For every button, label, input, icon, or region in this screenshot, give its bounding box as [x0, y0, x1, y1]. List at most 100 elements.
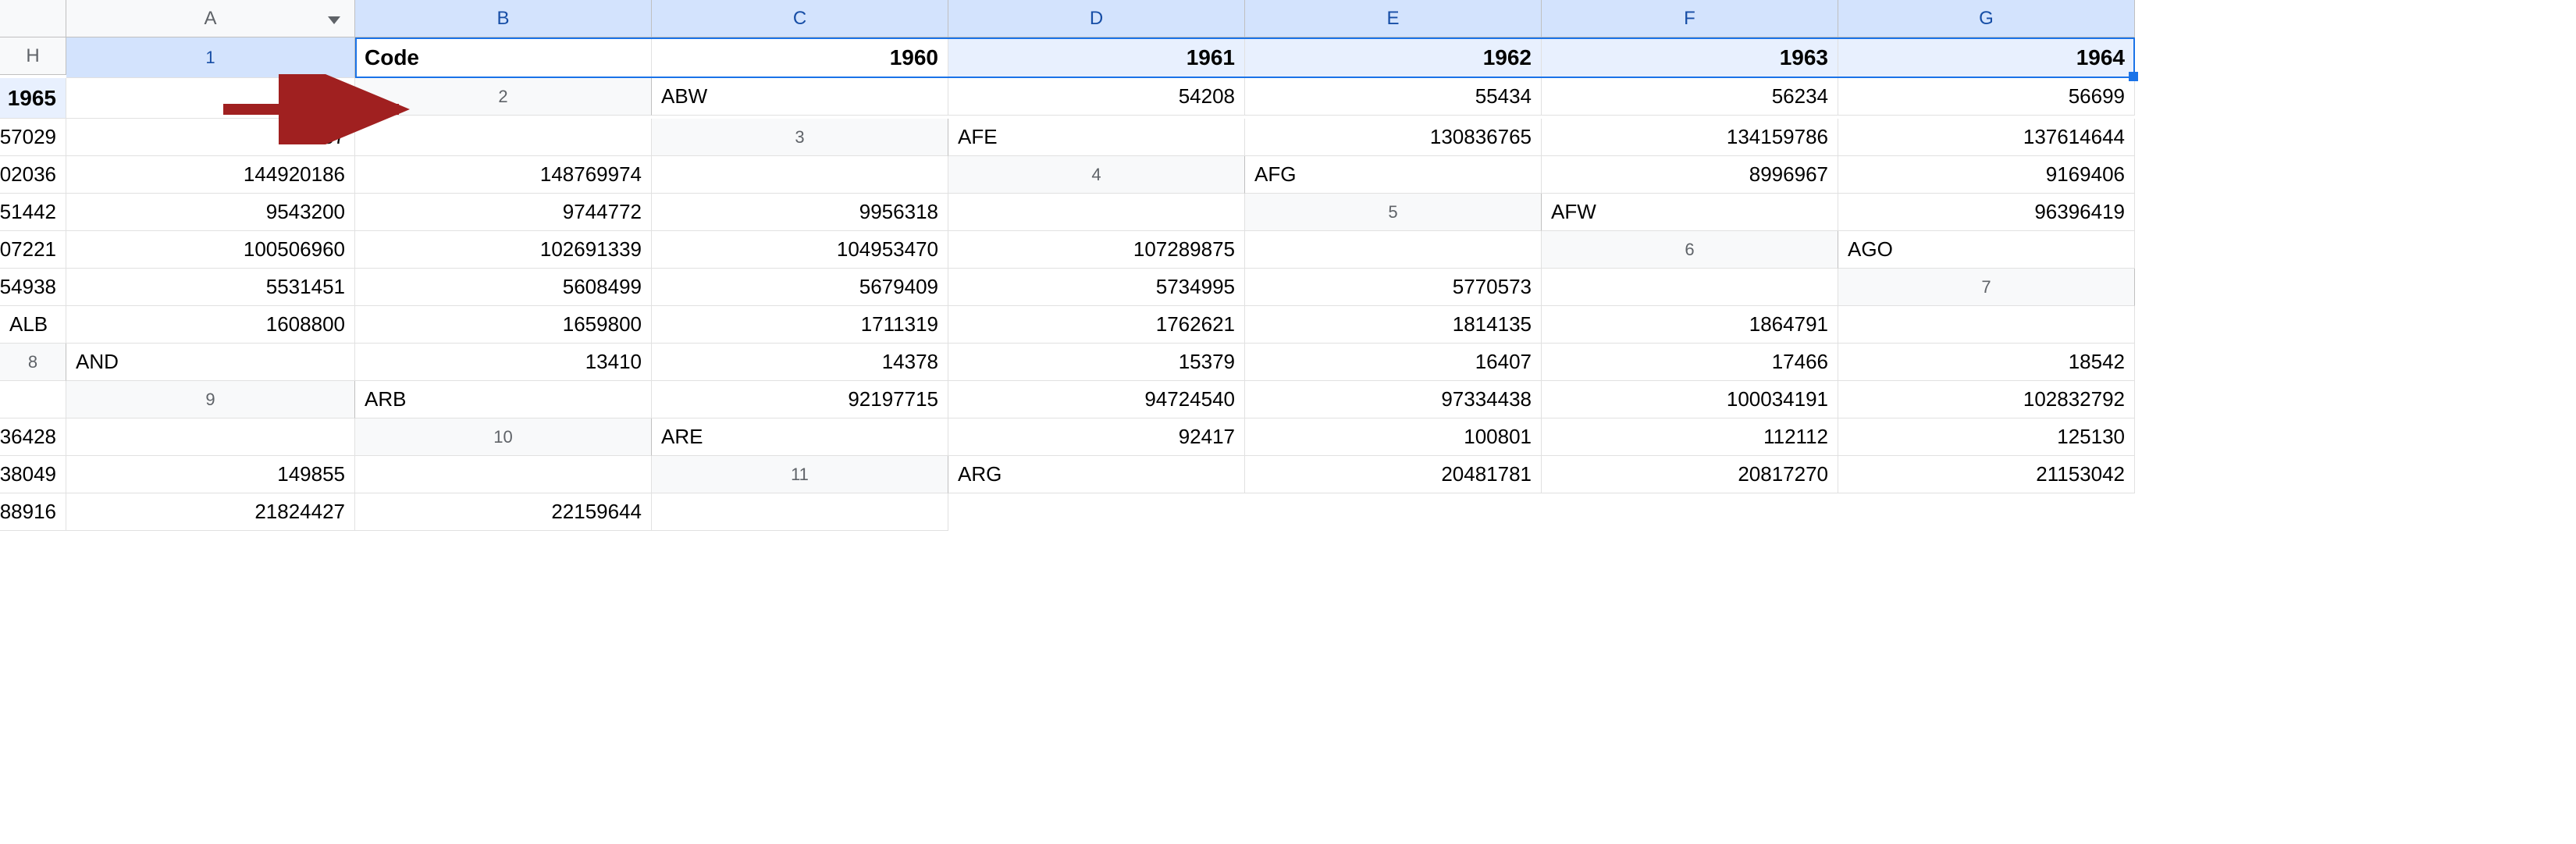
cell-A9[interactable]: ARB	[355, 381, 652, 418]
cell-B4[interactable]: 8996967	[1542, 156, 1838, 194]
cell-A7[interactable]: ALB	[0, 306, 66, 344]
cell-G11[interactable]: 22159644	[355, 493, 652, 531]
cell-H2[interactable]	[355, 119, 652, 156]
cell-G4[interactable]: 9956318	[652, 194, 948, 231]
cell-D9[interactable]: 97334438	[1245, 381, 1542, 418]
cell-C4[interactable]: 9169406	[1838, 156, 2135, 194]
cell-G3[interactable]: 148769974	[355, 156, 652, 194]
cell-F3[interactable]: 144920186	[66, 156, 355, 194]
cell-D3[interactable]: 137614644	[1838, 119, 2135, 156]
cell-D6[interactable]: 5608499	[355, 269, 652, 306]
cell-A10[interactable]: ARE	[652, 418, 948, 456]
cell-B9[interactable]: 92197715	[652, 381, 948, 418]
cell-F5[interactable]: 104953470	[652, 231, 948, 269]
cell-B10[interactable]: 92417	[948, 418, 1245, 456]
cell-F9[interactable]: 102832792	[1838, 381, 2135, 418]
row-header-2[interactable]: 2	[355, 78, 652, 116]
cell-B1[interactable]: 1960	[652, 37, 948, 78]
cell-B5[interactable]: 96396419	[1838, 194, 2135, 231]
col-header-B[interactable]: B	[355, 0, 652, 37]
row-header-5[interactable]: 5	[1245, 194, 1542, 231]
cell-D1[interactable]: 1962	[1245, 37, 1542, 78]
cell-H8[interactable]	[0, 381, 66, 418]
cell-E10[interactable]: 125130	[1838, 418, 2135, 456]
cell-G6[interactable]: 5770573	[1245, 269, 1542, 306]
cell-A6[interactable]: AGO	[1838, 231, 2135, 269]
col-header-D[interactable]: D	[948, 0, 1245, 37]
cell-F4[interactable]: 9744772	[355, 194, 652, 231]
cell-E6[interactable]: 5679409	[652, 269, 948, 306]
col-header-F[interactable]: F	[1542, 0, 1838, 37]
row-header-4[interactable]: 4	[948, 156, 1245, 194]
col-header-G[interactable]: G	[1838, 0, 2135, 37]
cell-H1[interactable]	[66, 78, 355, 119]
cell-F1[interactable]: 1964	[1838, 37, 2135, 78]
row-header-10[interactable]: 10	[355, 418, 652, 456]
cell-E5[interactable]: 102691339	[355, 231, 652, 269]
cell-C7[interactable]: 1659800	[355, 306, 652, 344]
cell-E4[interactable]: 9543200	[66, 194, 355, 231]
row-header-1[interactable]: 1	[66, 37, 355, 78]
cell-B11[interactable]: 20481781	[1245, 456, 1542, 493]
row-header-11[interactable]: 11	[652, 456, 948, 493]
cell-F2[interactable]: 57029	[0, 119, 66, 156]
cell-H4[interactable]	[948, 194, 1245, 231]
cell-H7[interactable]	[1838, 306, 2135, 344]
cell-G7[interactable]: 1864791	[1542, 306, 1838, 344]
cell-B7[interactable]: 1608800	[66, 306, 355, 344]
cell-C6[interactable]: 5531451	[66, 269, 355, 306]
cell-D2[interactable]: 56234	[1542, 78, 1838, 116]
row-header-6[interactable]: 6	[1542, 231, 1838, 269]
cell-C9[interactable]: 94724540	[948, 381, 1245, 418]
row-header-8[interactable]: 8	[0, 344, 66, 381]
cell-D10[interactable]: 112112	[1542, 418, 1838, 456]
cell-C5[interactable]: 98407221	[0, 231, 66, 269]
cell-E9[interactable]: 100034191	[1542, 381, 1838, 418]
cell-D5[interactable]: 100506960	[66, 231, 355, 269]
cell-E11[interactable]: 21488916	[0, 493, 66, 531]
cell-E2[interactable]: 56699	[1838, 78, 2135, 116]
cell-H3[interactable]	[652, 156, 948, 194]
cell-A2[interactable]: ABW	[652, 78, 948, 116]
cell-A8[interactable]: AND	[66, 344, 355, 381]
cell-C3[interactable]: 134159786	[1542, 119, 1838, 156]
cell-E1[interactable]: 1963	[1542, 37, 1838, 78]
cell-C11[interactable]: 20817270	[1542, 456, 1838, 493]
cell-B6[interactable]: 5454938	[0, 269, 66, 306]
cell-A3[interactable]: AFE	[948, 119, 1245, 156]
cell-F10[interactable]: 138049	[0, 456, 66, 493]
cell-C10[interactable]: 100801	[1245, 418, 1542, 456]
cell-E8[interactable]: 16407	[1245, 344, 1542, 381]
cell-H10[interactable]	[355, 456, 652, 493]
cell-F11[interactable]: 21824427	[66, 493, 355, 531]
cell-B3[interactable]: 130836765	[1245, 119, 1542, 156]
col-header-H[interactable]: H	[0, 37, 66, 75]
cell-E3[interactable]: 141202036	[0, 156, 66, 194]
cell-A11[interactable]: ARG	[948, 456, 1245, 493]
cell-D8[interactable]: 15379	[948, 344, 1245, 381]
cell-C1[interactable]: 1961	[948, 37, 1245, 78]
col-header-C[interactable]: C	[652, 0, 948, 37]
cell-G5[interactable]: 107289875	[948, 231, 1245, 269]
cell-D7[interactable]: 1711319	[652, 306, 948, 344]
cell-F8[interactable]: 17466	[1542, 344, 1838, 381]
cell-F6[interactable]: 5734995	[948, 269, 1245, 306]
cell-A1[interactable]: Code	[355, 37, 652, 78]
cell-G10[interactable]: 149855	[66, 456, 355, 493]
filter-dropdown-icon[interactable]	[328, 16, 340, 24]
cell-H9[interactable]	[66, 418, 355, 456]
cell-H5[interactable]	[1245, 231, 1542, 269]
cell-C8[interactable]: 14378	[652, 344, 948, 381]
spreadsheet-grid[interactable]: A B C D E F G H 1 Code 1960 1961 1962 19…	[0, 0, 2576, 531]
cell-E7[interactable]: 1762621	[948, 306, 1245, 344]
row-header-3[interactable]: 3	[652, 119, 948, 156]
select-all-corner[interactable]	[0, 0, 66, 37]
cell-C2[interactable]: 55434	[1245, 78, 1542, 116]
cell-F7[interactable]: 1814135	[1245, 306, 1542, 344]
cell-G9[interactable]: 105736428	[0, 418, 66, 456]
row-header-9[interactable]: 9	[66, 381, 355, 418]
cell-G1[interactable]: 1965	[0, 78, 66, 119]
row-header-7[interactable]: 7	[1838, 269, 2135, 306]
cell-A4[interactable]: AFG	[1245, 156, 1542, 194]
col-header-A[interactable]: A	[66, 0, 355, 37]
